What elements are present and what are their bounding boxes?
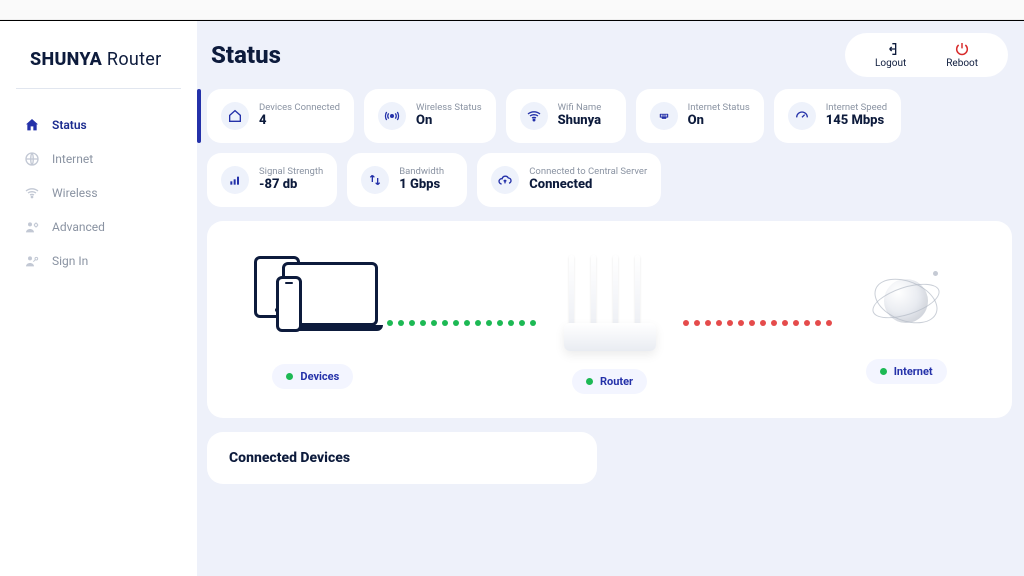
sidebar-item-label: Wireless xyxy=(52,186,98,200)
internet-pill: Internet xyxy=(866,359,947,384)
active-indicator-bar xyxy=(197,89,201,143)
card-label: Wireless Status xyxy=(416,103,482,114)
card-internet-status: Internet Status On xyxy=(636,89,764,143)
link-devices-router xyxy=(387,320,536,326)
card-internet-speed: Internet Speed 145 Mbps xyxy=(774,89,901,143)
logout-button[interactable]: Logout xyxy=(875,41,906,69)
card-value: 1 Gbps xyxy=(399,178,444,193)
sidebar-item-label: Internet xyxy=(52,152,93,166)
globe-icon xyxy=(24,151,40,167)
card-value: 4 xyxy=(259,114,340,129)
reboot-button[interactable]: Reboot xyxy=(946,41,978,69)
card-wireless-status: Wireless Status On xyxy=(364,89,496,143)
card-signal-strength: Signal Strength -87 db xyxy=(207,153,337,207)
card-value: On xyxy=(416,114,482,129)
card-label: Connected to Central Server xyxy=(529,167,647,178)
card-label: Internet Speed xyxy=(826,103,887,114)
sidebar-item-label: Advanced xyxy=(52,220,105,234)
status-cards-wrap: Devices Connected 4 Wireless Status On xyxy=(207,89,1012,207)
sidebar-item-label: Sign In xyxy=(52,254,88,268)
sidebar-item-internet[interactable]: Internet xyxy=(0,143,197,175)
home-icon xyxy=(24,117,40,133)
logout-label: Logout xyxy=(875,58,906,69)
main-content: Status Logout Reboot xyxy=(197,21,1024,576)
ethernet-icon xyxy=(650,102,678,130)
pill-label: Internet xyxy=(894,365,933,378)
home-outline-icon xyxy=(221,102,249,130)
sidebar-item-advanced[interactable]: Advanced xyxy=(0,211,197,243)
sidebar-nav: Status Internet Wireless Advanced xyxy=(0,105,197,281)
router-pill: Router xyxy=(572,369,647,394)
card-label: Internet Status xyxy=(688,103,750,114)
card-devices-connected: Devices Connected 4 xyxy=(207,89,354,143)
card-label: Bandwidth xyxy=(399,167,444,178)
window-topbar xyxy=(0,0,1024,20)
sidebar-item-status[interactable]: Status xyxy=(0,109,197,141)
card-wifi-name: Wifi Name Shunya xyxy=(506,89,626,143)
link-router-internet xyxy=(683,320,832,326)
card-value: Connected xyxy=(529,178,647,193)
status-dot-icon xyxy=(880,368,887,375)
card-value: Shunya xyxy=(558,114,602,129)
devices-pill: Devices xyxy=(272,364,353,389)
sidebar: SHUNYA Router Status Internet Wireless xyxy=(0,21,197,576)
card-value: -87 db xyxy=(259,178,323,193)
topology-row: Devices Router xyxy=(247,251,972,394)
internet-illustration xyxy=(866,261,946,341)
card-value: On xyxy=(688,114,750,129)
topology-internet: Internet xyxy=(840,261,972,384)
brand-bold: SHUNYA xyxy=(30,49,102,70)
brand-light: Router xyxy=(102,49,161,70)
sidebar-item-wireless[interactable]: Wireless xyxy=(0,177,197,209)
wifi-icon xyxy=(24,185,40,201)
sidebar-item-label: Status xyxy=(52,118,87,132)
transfer-icon xyxy=(361,166,389,194)
card-value: 145 Mbps xyxy=(826,114,887,129)
user-key-icon xyxy=(24,253,40,269)
sidebar-item-signin[interactable]: Sign In xyxy=(0,245,197,277)
card-label: Wifi Name xyxy=(558,103,602,114)
wifi-icon xyxy=(520,102,548,130)
card-label: Signal Strength xyxy=(259,167,323,178)
broadcast-icon xyxy=(378,102,406,130)
topology-router: Router xyxy=(544,251,676,394)
user-gear-icon xyxy=(24,219,40,235)
page-title: Status xyxy=(211,41,281,69)
connected-devices-title: Connected Devices xyxy=(229,450,575,466)
devices-illustration xyxy=(248,256,378,346)
card-central-server: Connected to Central Server Connected xyxy=(477,153,661,207)
card-bandwidth: Bandwidth 1 Gbps xyxy=(347,153,467,207)
pill-label: Router xyxy=(600,375,633,388)
status-cards: Devices Connected 4 Wireless Status On xyxy=(207,89,1012,207)
connected-devices-panel: Connected Devices xyxy=(207,432,597,484)
pill-label: Devices xyxy=(300,370,339,383)
app-root: SHUNYA Router Status Internet Wireless xyxy=(0,21,1024,576)
header-row: Status Logout Reboot xyxy=(207,33,1012,77)
signal-bars-icon xyxy=(221,166,249,194)
topology-devices: Devices xyxy=(247,256,379,389)
router-illustration xyxy=(555,251,665,351)
brand-underline xyxy=(16,88,181,89)
status-dot-icon xyxy=(286,373,293,380)
status-dot-icon xyxy=(586,378,593,385)
gauge-icon xyxy=(788,102,816,130)
cloud-up-icon xyxy=(491,166,519,194)
brand-title: SHUNYA Router xyxy=(0,21,197,88)
reboot-label: Reboot xyxy=(946,58,978,69)
header-actions: Logout Reboot xyxy=(845,33,1008,77)
card-label: Devices Connected xyxy=(259,103,340,114)
topology-panel: Devices Router xyxy=(207,221,1012,418)
